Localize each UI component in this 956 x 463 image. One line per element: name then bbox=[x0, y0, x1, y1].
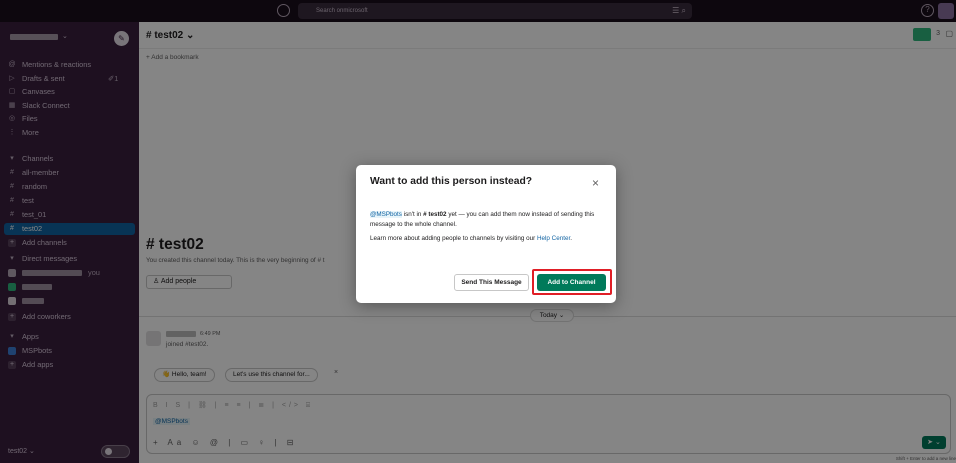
help-center-link[interactable]: Help Center bbox=[537, 235, 570, 242]
add-to-channel-button[interactable]: Add to Channel bbox=[537, 274, 606, 291]
dialog-body: @MSPbots isn't in # test02 yet — you can… bbox=[370, 210, 604, 244]
add-person-dialog: Want to add this person instead? × @MSPb… bbox=[356, 165, 616, 303]
close-icon[interactable]: × bbox=[592, 176, 599, 190]
dialog-title: Want to add this person instead? bbox=[370, 176, 533, 187]
send-message-button[interactable]: Send This Message bbox=[454, 274, 529, 291]
dialog-paragraph: Learn more about adding people to channe… bbox=[370, 235, 572, 242]
dialog-paragraph: @MSPbots isn't in # test02 yet — you can… bbox=[370, 211, 595, 228]
mention-chip[interactable]: @MSPbots bbox=[370, 211, 402, 218]
